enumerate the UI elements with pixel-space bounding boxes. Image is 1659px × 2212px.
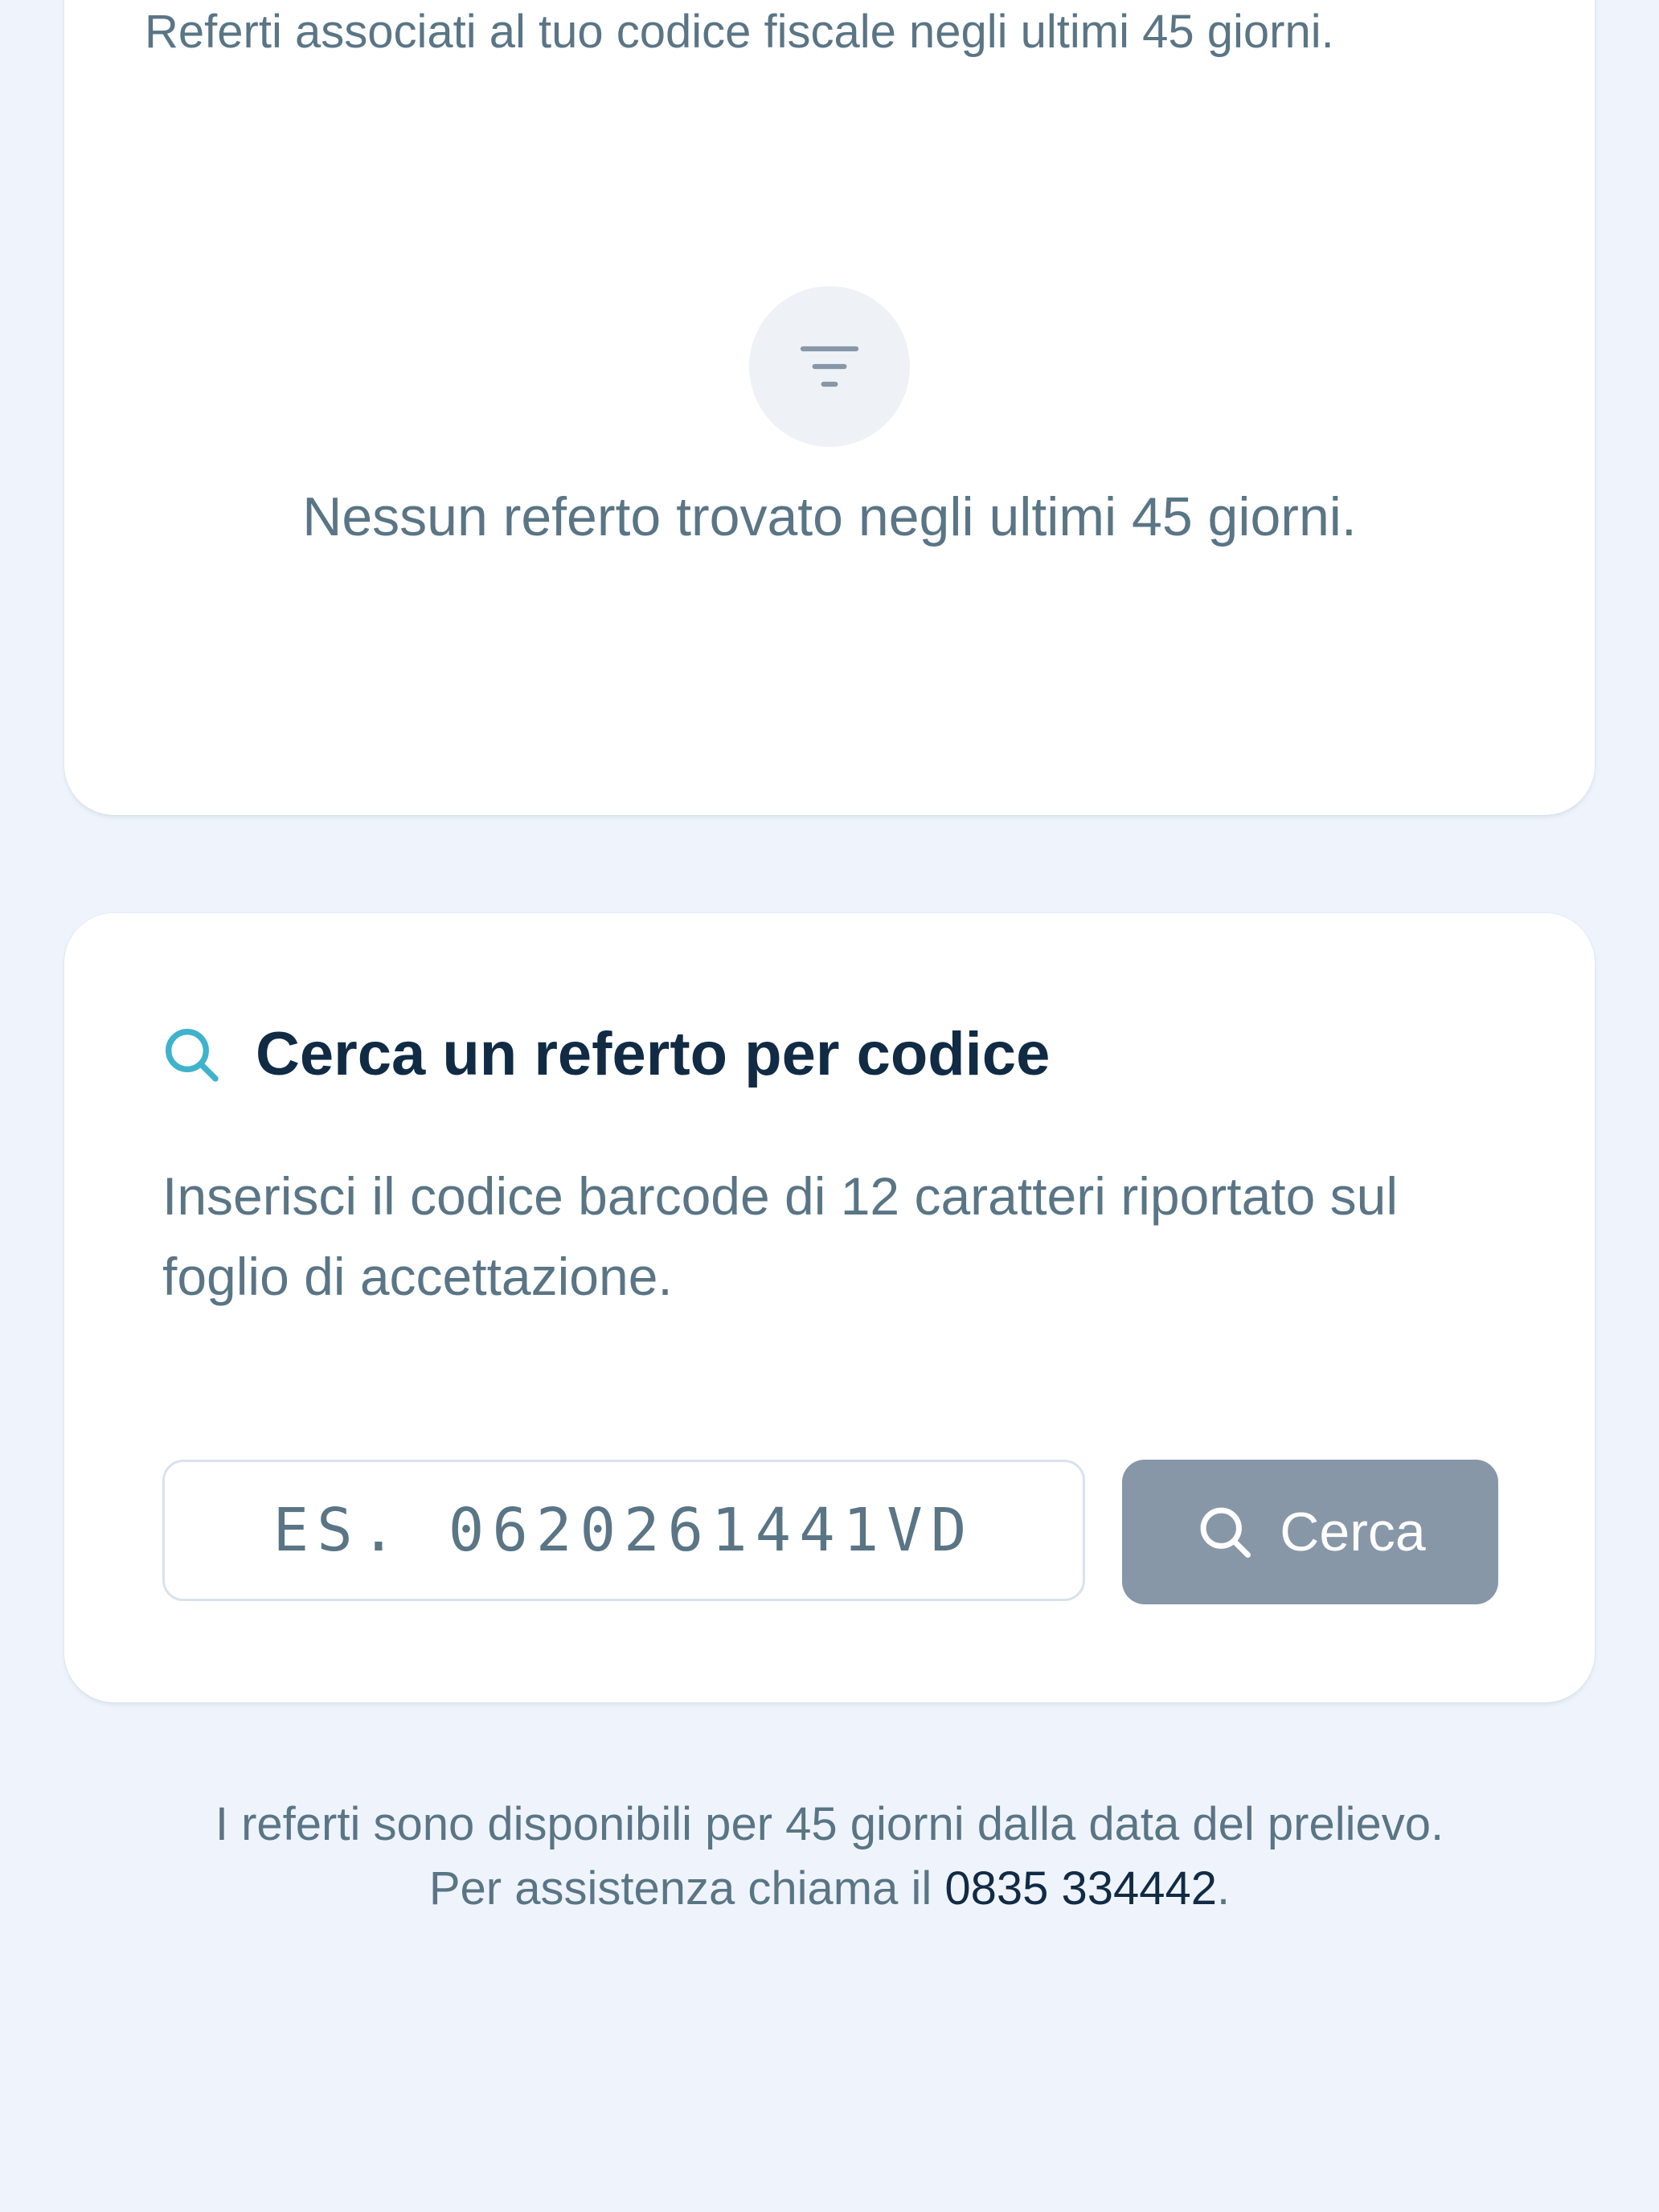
search-button[interactable]: Cerca: [1122, 1460, 1498, 1604]
empty-state-icon-container: [749, 286, 910, 447]
barcode-input[interactable]: [162, 1460, 1085, 1601]
footer-availability-text: I referti sono disponibili per 45 giorni…: [215, 1798, 1444, 1850]
footer-assistance-text: Per assistenza chiama il: [428, 1862, 945, 1915]
search-icon: [1200, 1507, 1251, 1558]
search-card-description: Inserisci il codice barcode di 12 caratt…: [162, 1166, 1399, 1306]
search-card-header: Cerca un referto per codice: [159, 1019, 1050, 1089]
footer-assistance-line: Per assistenza chiama il 0835 334442.: [0, 1857, 1659, 1921]
assistance-phone-link[interactable]: 0835 334442: [944, 1862, 1217, 1915]
search-icon: [166, 1028, 219, 1082]
footer-assistance-suffix: .: [1217, 1862, 1231, 1915]
search-card-title: Cerca un referto per codice: [256, 1020, 1051, 1088]
filter-icon: [800, 346, 859, 387]
footer-note: I referti sono disponibili per 45 giorni…: [0, 1792, 1659, 1921]
search-button-label: Cerca: [1280, 1501, 1426, 1563]
reports-subtitle: Referti associati al tuo codice fiscale …: [145, 6, 1334, 58]
search-card: Cerca un referto per codice Inserisci il…: [64, 913, 1595, 1702]
empty-state-message: Nessun referto trovato negli ultimi 45 g…: [302, 486, 1357, 547]
reports-card: Referti associati al tuo codice fiscale …: [64, 0, 1595, 815]
